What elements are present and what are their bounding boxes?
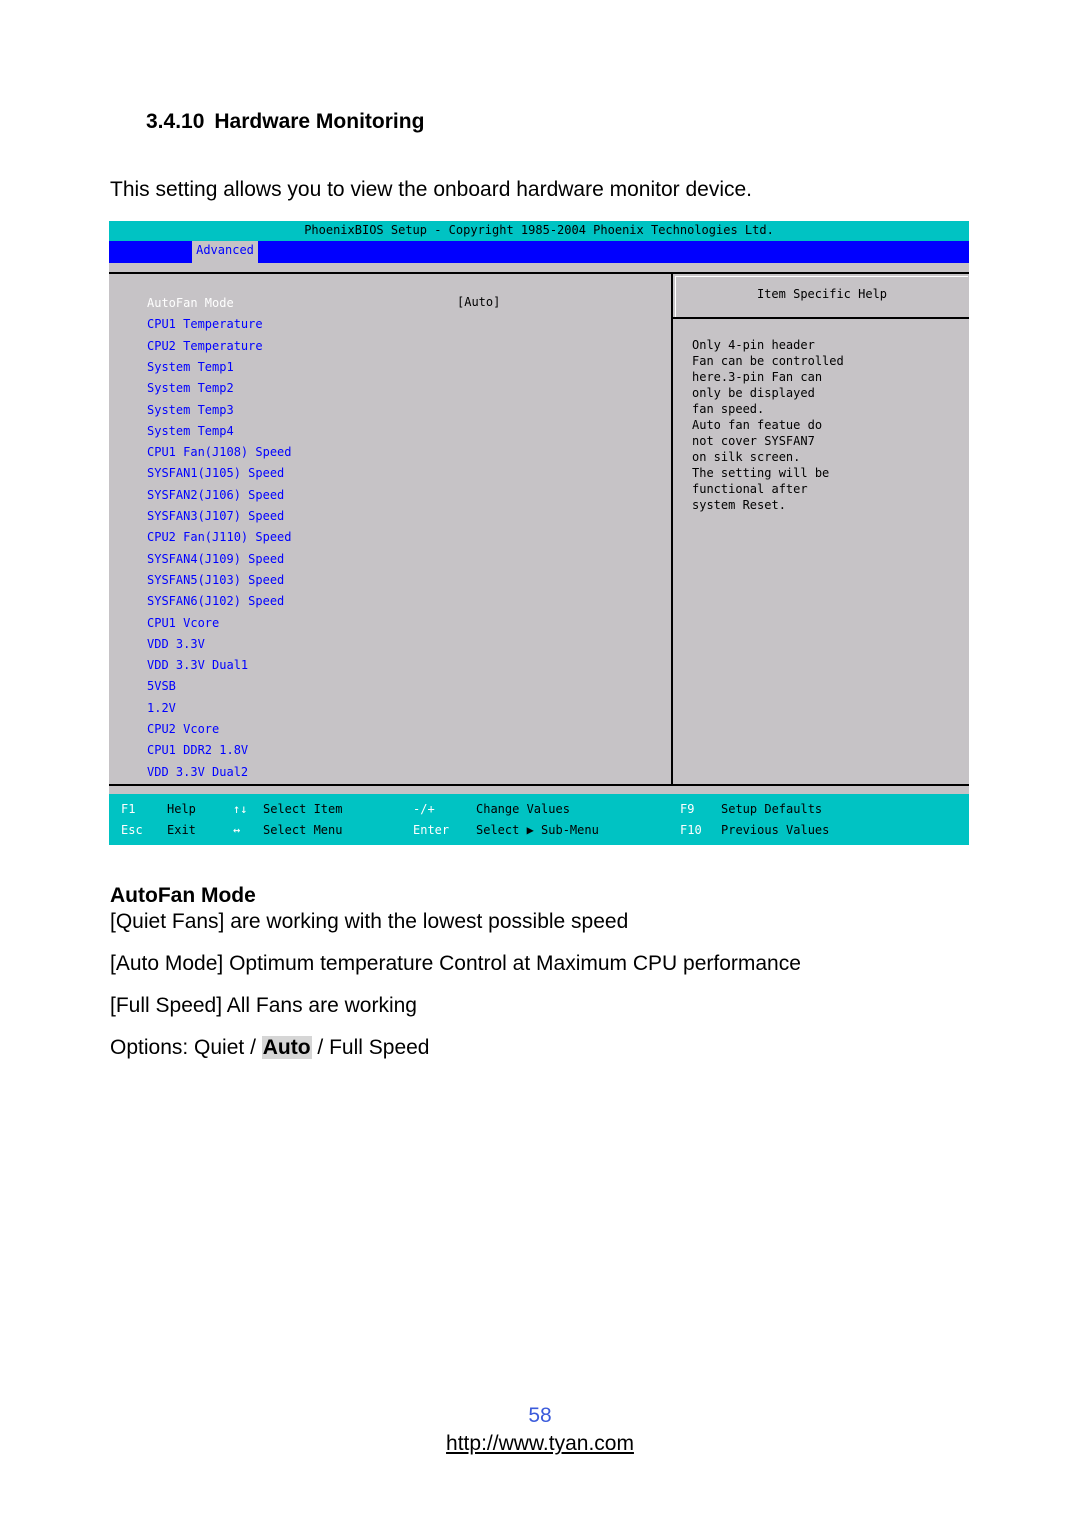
key-description: Setup Defaults <box>721 802 823 816</box>
divider <box>109 784 969 786</box>
bios-item[interactable]: VDD 3.3V <box>147 637 205 651</box>
help-line: not cover SYSFAN7 <box>692 434 815 448</box>
help-line: Auto fan featue do <box>692 418 823 432</box>
help-line: only be displayed <box>692 386 815 400</box>
key-description: Select Item <box>263 802 343 816</box>
section-heading: 3.4.10 Hardware Monitoring <box>146 110 424 134</box>
bios-item[interactable]: VDD 3.3V Dual1 <box>147 658 248 672</box>
section-number: 3.4.10 <box>146 110 205 133</box>
bios-item[interactable]: CPU1 DDR2 1.8V <box>147 743 248 757</box>
bios-item[interactable]: VDD 3.3V Dual2 <box>147 765 248 779</box>
bios-item[interactable]: SYSFAN6(J102) Speed <box>147 594 284 608</box>
help-line: on silk screen. <box>692 450 801 464</box>
key-description: Select Menu <box>263 823 343 837</box>
help-line: system Reset. <box>692 498 786 512</box>
bios-item[interactable]: SYSFAN1(J105) Speed <box>147 466 284 480</box>
help-line: Only 4-pin header <box>692 338 815 352</box>
bios-item[interactable]: System Temp3 <box>147 403 234 417</box>
bios-item[interactable]: 1.2V <box>147 701 176 715</box>
bios-item[interactable]: SYSFAN4(J109) Speed <box>147 552 284 566</box>
bios-item[interactable]: CPU1 Fan(J108) Speed <box>147 445 292 459</box>
page-number: 58 <box>528 1404 552 1427</box>
key-label: Enter <box>413 823 450 837</box>
autofan-full-desc: [Full Speed] All Fans are working <box>110 994 417 1017</box>
key-description: Exit <box>167 823 196 837</box>
autofan-mode-value[interactable]: [Auto] <box>457 295 500 309</box>
key-label: Esc <box>121 823 143 837</box>
help-title: Item Specific Help <box>675 276 968 317</box>
autofan-options: Options: Quiet / Auto / Full Speed <box>110 1036 429 1060</box>
key-description: Change Values <box>476 802 570 816</box>
key-label: -/+ <box>413 802 435 816</box>
bios-item[interactable]: SYSFAN2(J106) Speed <box>147 488 284 502</box>
options-default: Auto <box>261 1036 312 1059</box>
key-label: ↔ <box>233 823 241 837</box>
help-line: Fan can be controlled <box>692 354 844 368</box>
options-suffix: / Full Speed <box>311 1036 430 1059</box>
autofan-quiet-desc: [Quiet Fans] are working with the lowest… <box>110 910 629 933</box>
bios-item[interactable]: SYSFAN3(J107) Speed <box>147 509 284 523</box>
bios-item-list: AutoFan Mode CPU1 Temperature CPU2 Tempera… <box>109 274 671 784</box>
key-description: Previous Values <box>721 823 830 837</box>
key-label: F9 <box>680 802 695 816</box>
autofan-auto-desc: [Auto Mode] Optimum temperature Control … <box>110 952 801 975</box>
bios-item[interactable]: CPU1 Temperature <box>147 317 263 331</box>
key-description: Help <box>167 802 196 816</box>
autofan-heading: AutoFan Mode <box>110 884 256 907</box>
help-line: here.3-pin Fan can <box>692 370 823 384</box>
intro-text: This setting allows you to view the onbo… <box>110 178 752 201</box>
bios-item[interactable]: AutoFan Mode <box>147 296 234 310</box>
divider <box>673 317 969 319</box>
footer-url-link[interactable]: http://www.tyan.com <box>0 1432 1080 1456</box>
help-text: Only 4-pin header Fan can be controlled he… <box>692 337 844 513</box>
bios-item[interactable]: System Temp4 <box>147 424 234 438</box>
bios-item[interactable]: CPU2 Temperature <box>147 339 263 353</box>
help-line: fan speed. <box>692 402 765 416</box>
key-label: F1 <box>121 802 136 816</box>
help-line: The setting will be <box>692 466 830 480</box>
help-panel: Item Specific Help Only 4-pin header Fan … <box>673 274 969 786</box>
bios-item[interactable]: System Temp2 <box>147 381 234 395</box>
bios-item[interactable]: CPU2 Fan(J110) Speed <box>147 530 292 544</box>
key-label: ↑↓ <box>233 802 248 816</box>
bios-key-legend: F1 Help Esc Exit ↑↓ Select Item ↔ Select Menu -/… <box>109 794 969 845</box>
bios-item[interactable]: CPU2 Vcore <box>147 722 219 736</box>
section-title: Hardware Monitoring <box>214 110 425 133</box>
tab-advanced[interactable]: Advanced <box>192 241 258 263</box>
key-label: F10 <box>680 823 702 837</box>
bios-menu-bar: Advanced <box>109 241 969 263</box>
bios-item[interactable]: SYSFAN5(J103) Speed <box>147 573 284 587</box>
bios-item[interactable]: System Temp1 <box>147 360 234 374</box>
help-line: functional after <box>692 482 808 496</box>
bios-item[interactable]: CPU1 Vcore <box>147 616 219 630</box>
bios-item[interactable]: 5VSB <box>147 679 176 693</box>
bios-title-bar: PhoenixBIOS Setup - Copyright 1985-2004 … <box>109 221 969 241</box>
key-description: Select ▶ Sub-Menu <box>476 823 599 837</box>
bios-screenshot: PhoenixBIOS Setup - Copyright 1985-2004 … <box>109 221 969 845</box>
options-prefix: Options: Quiet / <box>110 1036 262 1059</box>
